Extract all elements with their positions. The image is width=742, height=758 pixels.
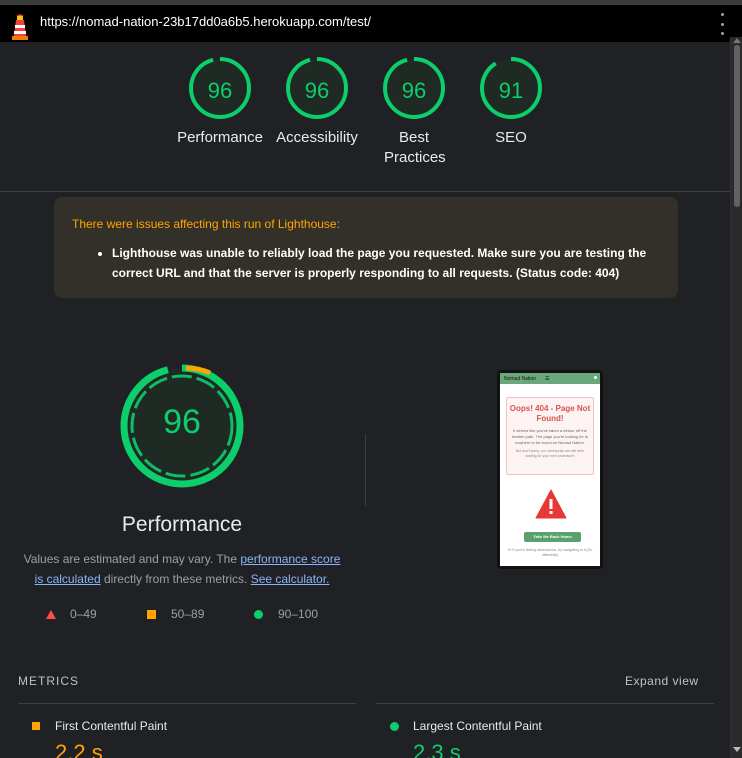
- metric-value: 2.3 s: [413, 740, 461, 758]
- gauge-seo[interactable]: 91 SEO: [463, 56, 559, 148]
- performance-description: Values are estimated and may vary. The p…: [18, 549, 346, 589]
- hamburger-icon: ☰: [545, 376, 550, 382]
- triangle-icon: [46, 609, 56, 619]
- legend-range: 0–49: [70, 607, 97, 621]
- screenshot-footer: Or if you're feeling adventurous, try na…: [507, 548, 593, 557]
- desc-prefix: Values are estimated and may vary. The: [23, 552, 241, 566]
- lighthouse-icon: [12, 14, 28, 40]
- warning-title: There were issues affecting this run of …: [72, 217, 340, 231]
- screenshot-error-card: Oops! 404 - Page Not Found! It seems lik…: [506, 397, 594, 475]
- metric-value: 2.2 s: [55, 740, 103, 758]
- gauge-performance[interactable]: 96 Performance: [172, 56, 268, 148]
- scroll-thumb[interactable]: [734, 45, 740, 207]
- legend-average: 50–89: [147, 607, 204, 621]
- screenshot-home-button: Take Me Back Home: [524, 532, 581, 542]
- expand-view-button[interactable]: Expand view: [625, 674, 699, 688]
- screenshot-heading: Oops! 404 - Page Not Found!: [509, 404, 591, 423]
- metric-label: First Contentful Paint: [55, 719, 168, 733]
- gauge-accessibility[interactable]: 96 Accessibility: [269, 56, 365, 148]
- metric-fcp[interactable]: First Contentful Paint 2.2 s: [18, 703, 356, 758]
- performance-score: 96: [163, 403, 201, 441]
- final-screenshot[interactable]: Nomad Nation ☰ Oops! 404 - Page Not Foun…: [497, 370, 603, 569]
- page-url[interactable]: https://nomad-nation-23b17dd0a6b5.heroku…: [40, 14, 371, 29]
- circle-icon: [254, 609, 263, 619]
- metric-label: Largest Contentful Paint: [413, 719, 542, 733]
- dot-icon: [594, 376, 597, 379]
- gauge-score: 96: [304, 78, 330, 103]
- divider: [365, 434, 366, 506]
- gauge-label: SEO: [495, 129, 527, 146]
- gauge-label: Best Practices: [384, 129, 446, 166]
- scroll-down-arrow-icon[interactable]: [733, 747, 741, 752]
- run-warning-box: There were issues affecting this run of …: [54, 197, 678, 298]
- see-calculator-link[interactable]: See calculator.: [251, 572, 330, 586]
- gauge-best-practices[interactable]: 96 Best Practices: [366, 56, 462, 168]
- circle-icon: [390, 722, 399, 731]
- screenshot-text: It seems like you've taken a detour off …: [512, 428, 588, 445]
- warning-list: Lighthouse was unable to reliably load t…: [72, 243, 660, 283]
- screenshot-screen: Nomad Nation ☰ Oops! 404 - Page Not Foun…: [500, 373, 600, 566]
- warning-item: Lighthouse was unable to reliably load t…: [112, 243, 660, 283]
- legend-range: 90–100: [278, 607, 319, 621]
- kebab-menu-icon[interactable]: [718, 13, 726, 35]
- gauge-label: Performance: [177, 129, 263, 146]
- legend-fail: 0–49: [46, 607, 97, 621]
- desc-middle: directly from these metrics.: [100, 572, 251, 586]
- gauge-score: 91: [498, 78, 524, 103]
- scroll-up-arrow-icon[interactable]: [733, 38, 741, 43]
- gauge-label: Accessibility: [276, 129, 358, 146]
- square-icon: [32, 722, 40, 730]
- warning-triangle-icon: [535, 489, 567, 519]
- browser-url-bar: https://nomad-nation-23b17dd0a6b5.heroku…: [0, 0, 742, 42]
- metric-lcp[interactable]: Largest Contentful Paint 2.3 s: [376, 703, 714, 758]
- screenshot-text2: But don't worry, our community are still…: [516, 449, 584, 458]
- legend-range: 50–89: [171, 607, 205, 621]
- gauge-score: 96: [207, 78, 233, 103]
- score-summary: 96 Performance 96 Accessibility 96 Best …: [0, 42, 730, 192]
- square-icon: [147, 609, 156, 619]
- metrics-heading: METRICS: [18, 674, 79, 688]
- legend-pass: 90–100: [254, 607, 318, 621]
- gauge-score: 96: [401, 78, 427, 103]
- vertical-scrollbar[interactable]: [730, 37, 742, 758]
- screenshot-site-name: Nomad Nation: [504, 376, 536, 382]
- performance-title: Performance: [121, 513, 243, 536]
- screenshot-header: Nomad Nation ☰: [500, 373, 600, 384]
